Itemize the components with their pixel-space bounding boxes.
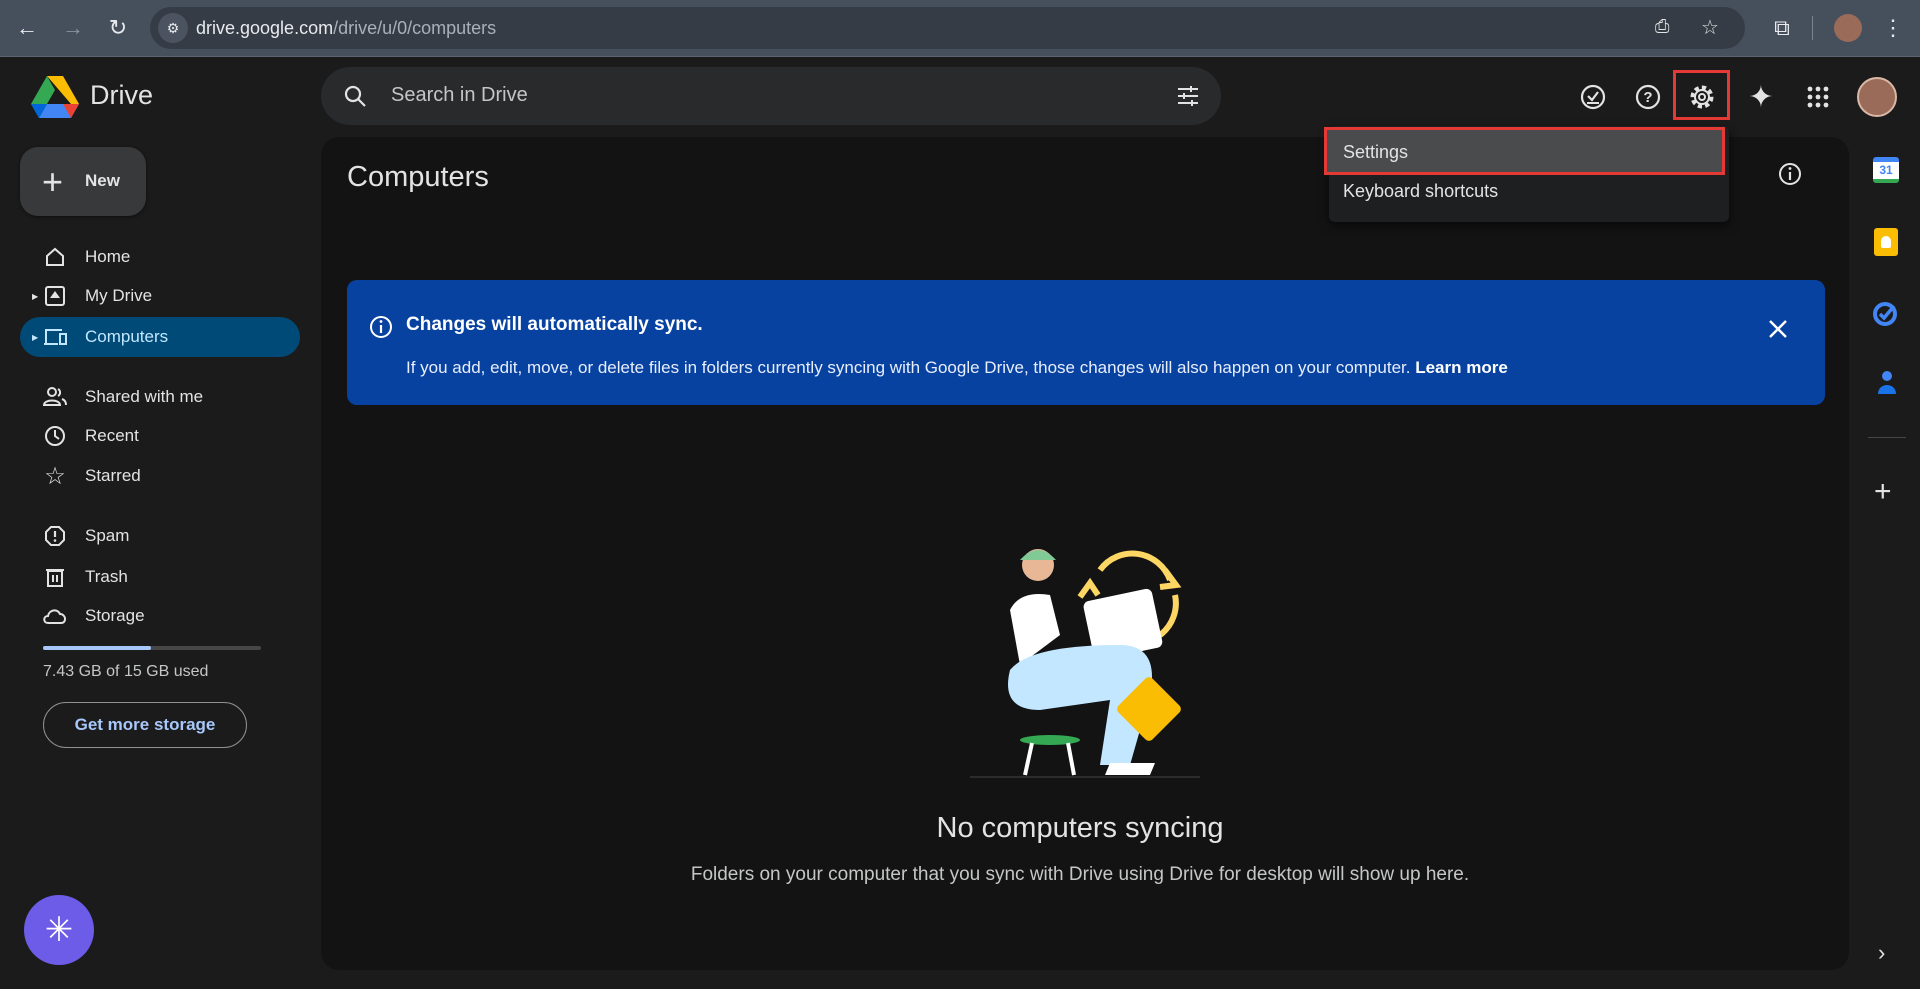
sidebar-item-label: Trash bbox=[85, 567, 128, 586]
menu-item-label: Settings bbox=[1343, 142, 1409, 162]
sidebar-item-label: Starred bbox=[85, 466, 141, 485]
extensions-icon[interactable]: ⧉ bbox=[1768, 14, 1796, 42]
new-label: New bbox=[85, 171, 120, 190]
new-button[interactable]: + New bbox=[20, 147, 146, 216]
page-title: Computers bbox=[347, 161, 489, 193]
expand-side-panel-icon[interactable]: › bbox=[1878, 940, 1885, 966]
sidebar-item-spam[interactable]: Spam bbox=[20, 516, 300, 556]
assistant-fab-button[interactable]: ✳ bbox=[24, 895, 94, 965]
address-bar[interactable]: ⚙ drive.google.com/drive/u/0/computers ⎙… bbox=[150, 7, 1745, 49]
sidebar-item-label: Spam bbox=[85, 526, 130, 545]
account-avatar[interactable] bbox=[1857, 77, 1897, 117]
keep-app-icon[interactable] bbox=[1874, 228, 1898, 256]
site-info-icon[interactable]: ⚙ bbox=[158, 13, 188, 43]
tasks-app-icon[interactable] bbox=[1872, 299, 1900, 332]
clock-icon bbox=[42, 423, 68, 449]
banner-heading: Changes will automatically sync. bbox=[406, 314, 703, 335]
side-panel-divider bbox=[1868, 437, 1906, 438]
forward-icon[interactable]: → bbox=[59, 14, 87, 42]
menu-item-keyboard-shortcuts[interactable]: Keyboard shortcuts bbox=[1329, 178, 1729, 218]
sidebar-item-my-drive[interactable]: ▶ My Drive bbox=[20, 276, 300, 316]
banner-body: If you add, edit, move, or delete files … bbox=[406, 358, 1411, 377]
search-options-icon[interactable] bbox=[1176, 84, 1200, 108]
help-icon[interactable]: ? bbox=[1628, 77, 1668, 117]
learn-more-link[interactable]: Learn more bbox=[1415, 358, 1508, 377]
drive-logo-icon[interactable] bbox=[31, 76, 79, 118]
contacts-app-icon[interactable] bbox=[1876, 370, 1898, 401]
sidebar-item-label: Shared with me bbox=[85, 387, 204, 406]
sidebar-item-trash[interactable]: Trash bbox=[20, 557, 300, 597]
trash-icon bbox=[42, 564, 68, 590]
bookmark-star-icon[interactable]: ☆ bbox=[1701, 15, 1719, 40]
browser-menu-icon[interactable]: ⋮ bbox=[1879, 14, 1907, 42]
sidebar-item-label: Storage bbox=[85, 606, 145, 625]
search-icon bbox=[344, 85, 366, 107]
settings-highlight-box bbox=[1673, 70, 1730, 120]
gemini-sparkle-icon[interactable]: ✦ bbox=[1741, 77, 1781, 117]
search-placeholder: Search in Drive bbox=[391, 84, 528, 106]
menu-item-settings[interactable]: Settings bbox=[1324, 127, 1725, 175]
get-more-storage-button[interactable]: Get more storage bbox=[43, 702, 247, 748]
apps-grid-icon[interactable] bbox=[1798, 77, 1838, 117]
home-icon bbox=[42, 244, 68, 270]
profile-avatar[interactable] bbox=[1834, 14, 1862, 42]
my-drive-icon bbox=[42, 283, 68, 309]
svg-text:?: ? bbox=[1643, 89, 1652, 106]
install-app-icon[interactable]: ⎙ bbox=[1655, 16, 1669, 37]
sidebar-item-storage[interactable]: Storage bbox=[20, 596, 300, 636]
menu-item-label: Keyboard shortcuts bbox=[1343, 181, 1499, 201]
spam-icon bbox=[42, 523, 68, 549]
empty-state-subtext: Folders on your computer that you sync w… bbox=[690, 864, 1470, 885]
storage-usage-bar bbox=[43, 646, 261, 650]
get-addons-plus-icon[interactable]: + bbox=[1874, 475, 1892, 509]
sync-info-banner: Changes will automatically sync. If you … bbox=[347, 280, 1825, 405]
browser-toolbar: ← → ↻ ⚙ drive.google.com/drive/u/0/compu… bbox=[0, 0, 1920, 57]
divider bbox=[1812, 16, 1813, 40]
sidebar-item-label: Home bbox=[85, 247, 131, 266]
cloud-icon bbox=[42, 603, 68, 629]
details-info-icon[interactable] bbox=[1777, 161, 1803, 192]
reload-icon[interactable]: ↻ bbox=[104, 14, 132, 42]
url-path: /drive/u/0/computers bbox=[333, 18, 497, 38]
calendar-app-icon[interactable]: 31 bbox=[1873, 157, 1899, 183]
sidebar-item-computers[interactable]: ▶ Computers bbox=[20, 317, 300, 357]
shared-icon bbox=[42, 384, 68, 410]
sidebar-item-recent[interactable]: Recent bbox=[20, 416, 300, 456]
sidebar-item-shared-with-me[interactable]: Shared with me bbox=[20, 377, 300, 417]
offline-ready-icon[interactable] bbox=[1573, 77, 1613, 117]
computers-icon bbox=[42, 324, 68, 350]
sidebar-item-home[interactable]: Home bbox=[20, 237, 300, 277]
url-host: drive.google.com bbox=[196, 18, 334, 38]
back-icon[interactable]: ← bbox=[13, 14, 41, 42]
close-banner-icon[interactable] bbox=[1767, 318, 1789, 340]
expand-caret-icon[interactable]: ▶ bbox=[32, 333, 38, 342]
sidebar-item-label: Computers bbox=[85, 327, 169, 346]
search-input[interactable]: Search in Drive bbox=[321, 67, 1221, 125]
info-icon bbox=[370, 316, 392, 338]
storage-used-text: 7.43 GB of 15 GB used bbox=[43, 663, 209, 680]
empty-state-illustration bbox=[970, 549, 1200, 778]
empty-state-heading: No computers syncing bbox=[936, 812, 1224, 844]
expand-caret-icon[interactable]: ▶ bbox=[32, 292, 38, 301]
storage-usage-fill bbox=[43, 646, 151, 650]
app-name[interactable]: Drive bbox=[90, 80, 153, 111]
sidebar-item-label: Recent bbox=[85, 426, 139, 445]
sidebar-item-label: My Drive bbox=[85, 286, 153, 305]
sidebar-item-starred[interactable]: ☆ Starred bbox=[20, 456, 300, 496]
plus-icon: + bbox=[42, 161, 64, 202]
star-icon: ☆ bbox=[44, 462, 66, 490]
